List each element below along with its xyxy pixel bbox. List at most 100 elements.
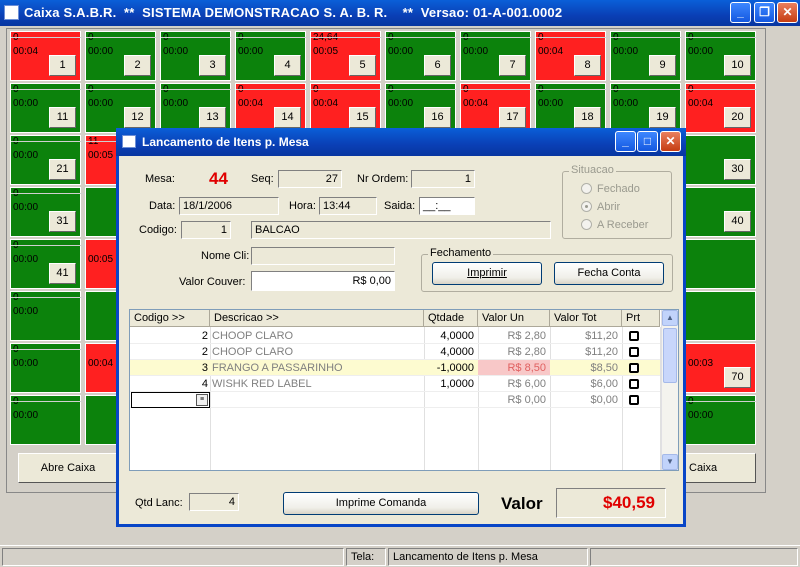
grid-cell-un[interactable]: R$ 2,80 [478, 328, 548, 344]
minimize-icon[interactable]: _ [730, 2, 751, 23]
tile-number-button[interactable]: 19 [649, 107, 676, 128]
nome-cli-field[interactable] [251, 247, 395, 265]
tile-number-button[interactable]: 20 [724, 107, 751, 128]
table-tile[interactable]: 0 00:00 12 [85, 83, 156, 133]
data-field[interactable]: 18/1/2006 [179, 197, 279, 215]
table-tile[interactable]: 0 00:04 8 [535, 31, 606, 81]
table-tile[interactable]: 0 00:00 41 [10, 239, 81, 289]
tile-number-button[interactable]: 31 [49, 211, 76, 232]
seq-field[interactable]: 27 [278, 170, 342, 188]
tile-number-button[interactable]: 7 [499, 55, 526, 76]
tile-number-button[interactable]: 13 [199, 107, 226, 128]
tile-number-button[interactable]: 9 [649, 55, 676, 76]
checkbox-icon[interactable] [629, 395, 639, 405]
grid-cell-un[interactable]: R$ 8,50 [478, 360, 548, 376]
items-grid[interactable]: Codigo >> Descricao >> Qtdade Valor Un V… [129, 309, 679, 471]
tile-number-button[interactable]: 1 [49, 55, 76, 76]
restore-icon[interactable]: ❐ [754, 2, 775, 23]
table-tile[interactable]: 0 00:00 4 [235, 31, 306, 81]
nr-ordem-field[interactable]: 1 [411, 170, 475, 188]
dialog-minimize-icon[interactable]: _ [615, 131, 636, 152]
table-tile[interactable]: 0 00:00 2 [85, 31, 156, 81]
ellipsis-icon[interactable]: ≡ [196, 394, 208, 406]
grid-cell-tot[interactable]: $0,00 [550, 392, 620, 408]
grid-cell-un[interactable]: R$ 2,80 [478, 344, 548, 360]
checkbox-icon[interactable] [629, 347, 639, 357]
close-icon[interactable]: ✕ [777, 2, 798, 23]
tile-number-button[interactable]: 10 [724, 55, 751, 76]
table-tile[interactable]: 0 00:00 [10, 343, 81, 393]
grid-scrollbar[interactable]: ▲ ▼ [661, 310, 678, 470]
table-tile[interactable]: 0 00:00 7 [460, 31, 531, 81]
table-tile[interactable]: 0 00:00 31 [10, 187, 81, 237]
tile-number-button[interactable]: 4 [274, 55, 301, 76]
radio-abrir[interactable]: Abrir [581, 201, 620, 213]
tile-number-button[interactable]: 11 [49, 107, 76, 128]
tile-number-button[interactable]: 15 [349, 107, 376, 128]
table-tile[interactable]: 0 00:00 6 [385, 31, 456, 81]
grid-cell-codigo[interactable]: 2 [130, 328, 210, 344]
table-tile[interactable] [685, 291, 756, 341]
hora-field[interactable]: 13:44 [319, 197, 377, 215]
table-tile[interactable]: 0 00:04 20 [685, 83, 756, 133]
dialog-close-icon[interactable]: ✕ [660, 131, 681, 152]
table-tile[interactable] [685, 239, 756, 289]
checkbox-icon[interactable] [629, 379, 639, 389]
table-tile[interactable]: 0 00:04 14 [235, 83, 306, 133]
radio-fechado[interactable]: Fechado [581, 183, 640, 195]
tile-number-button[interactable]: 41 [49, 263, 76, 284]
grid-cell-un[interactable]: R$ 0,00 [478, 392, 548, 408]
grid-cell-qtd[interactable]: 4,0000 [424, 328, 476, 344]
grid-cell-tot[interactable]: $11,20 [550, 344, 620, 360]
table-tile[interactable]: 0 00:00 11 [10, 83, 81, 133]
grid-cell-descricao[interactable]: CHOOP CLARO [212, 328, 422, 344]
grid-cell-codigo[interactable]: 2 [130, 344, 210, 360]
tile-number-button[interactable]: 6 [424, 55, 451, 76]
tile-number-button[interactable]: 14 [274, 107, 301, 128]
valor-couver-field[interactable]: R$ 0,00 [251, 271, 395, 291]
radio-a-receber[interactable]: A Receber [581, 219, 648, 231]
table-tile[interactable]: 0 00:00 9 [610, 31, 681, 81]
table-tile[interactable]: 40 [685, 187, 756, 237]
col-header-descricao[interactable]: Descricao >> [210, 310, 424, 327]
tile-number-button[interactable]: 2 [124, 55, 151, 76]
table-tile[interactable]: 0 00:00 [10, 291, 81, 341]
checkbox-icon[interactable] [629, 363, 639, 373]
table-tile[interactable]: 0 00:00 3 [160, 31, 231, 81]
tile-number-button[interactable]: 70 [724, 367, 751, 388]
main-titlebar[interactable]: Caixa S.A.B.R. ** SISTEMA DEMONSTRACAO S… [0, 0, 800, 26]
table-tile[interactable]: 0 00:00 21 [10, 135, 81, 185]
tile-number-button[interactable]: 12 [124, 107, 151, 128]
dialog-maximize-icon[interactable]: □ [637, 131, 658, 152]
abre-caixa-button[interactable]: Abre Caixa [18, 453, 118, 483]
checkbox-icon[interactable] [629, 331, 639, 341]
saida-field[interactable]: __:__ [419, 197, 475, 215]
grid-cell-descricao[interactable]: WISHK RED LABEL [212, 376, 422, 392]
tile-number-button[interactable]: 17 [499, 107, 526, 128]
grid-cell-tot[interactable]: $11,20 [550, 328, 620, 344]
table-tile[interactable]: 0 00:00 16 [385, 83, 456, 133]
imprime-comanda-button[interactable]: Imprime Comanda [283, 492, 479, 515]
col-header-codigo[interactable]: Codigo >> [130, 310, 210, 327]
scroll-down-icon[interactable]: ▼ [662, 454, 678, 470]
table-tile[interactable]: 0 00:04 15 [310, 83, 381, 133]
table-tile[interactable]: 24,64 00:05 5 [310, 31, 405, 81]
grid-cell-codigo[interactable]: 3 [130, 360, 210, 376]
grid-cell-qtd[interactable]: 1,0000 [424, 376, 476, 392]
tile-number-button[interactable]: 40 [724, 211, 751, 232]
fecha-conta-button[interactable]: Fecha Conta [554, 262, 664, 285]
grid-cell-descricao[interactable]: CHOOP CLARO [212, 344, 422, 360]
tile-number-button[interactable]: 16 [424, 107, 451, 128]
new-item-codigo-input[interactable]: ≡ [131, 392, 210, 408]
table-tile[interactable]: 0 00:00 [10, 395, 81, 445]
tile-number-button[interactable]: 18 [574, 107, 601, 128]
grid-cell-tot[interactable]: $6,00 [550, 376, 620, 392]
grid-cell-un[interactable]: R$ 6,00 [478, 376, 548, 392]
table-tile[interactable]: 30 [685, 135, 756, 185]
scroll-thumb[interactable] [663, 328, 677, 383]
table-tile[interactable]: 00:03 70 [685, 343, 756, 393]
tile-number-button[interactable]: 8 [574, 55, 601, 76]
table-tile[interactable]: 0 00:00 18 [535, 83, 606, 133]
grid-cell-descricao[interactable]: FRANGO A PASSARINHO [212, 360, 422, 376]
grid-cell-tot[interactable]: $8,50 [550, 360, 620, 376]
